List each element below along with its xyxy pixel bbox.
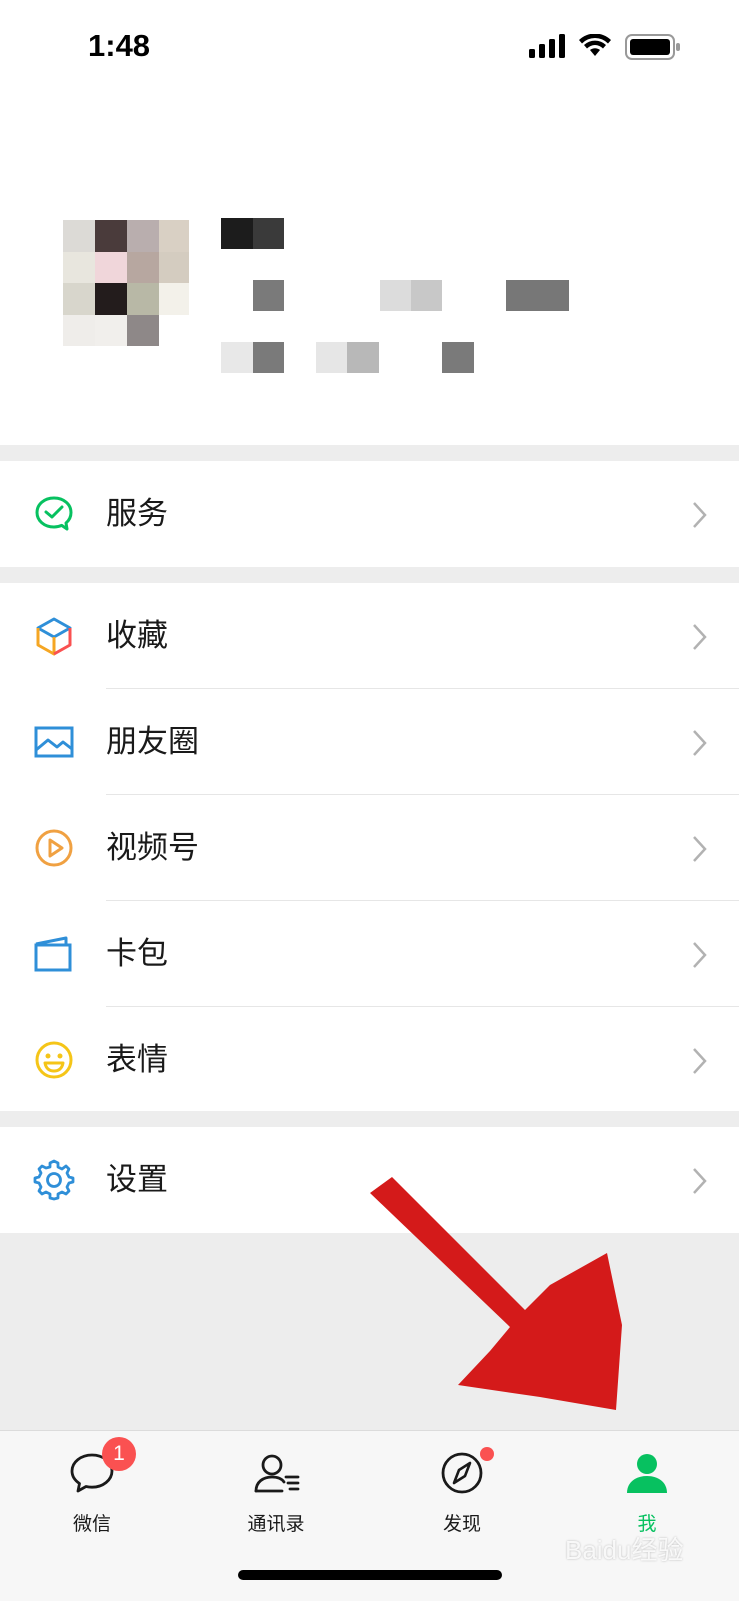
avatar[interactable]: [63, 220, 189, 346]
tab-discover[interactable]: 发现: [402, 1447, 522, 1549]
menu-item-card-wallet[interactable]: 卡包: [0, 901, 739, 1007]
chevron-right-icon: [693, 624, 707, 650]
chevron-right-icon: [693, 1168, 707, 1194]
tab-contacts[interactable]: 通讯录: [216, 1449, 336, 1549]
menu-item-label: 收藏: [106, 618, 168, 654]
chevron-right-icon: [693, 1048, 707, 1074]
profile-header[interactable]: [0, 100, 739, 445]
status-time: 1:48: [88, 28, 151, 63]
tab-chats[interactable]: 1 微信: [32, 1437, 152, 1549]
me-icon: [627, 1454, 667, 1493]
menu-item-label: 服务: [106, 496, 168, 532]
new-dot-indicator: [480, 1447, 494, 1461]
status-bar: 1:48: [0, 0, 739, 100]
card-wallet-icon: [34, 936, 72, 972]
sticker-icon: [35, 1041, 73, 1079]
settings-icon: [33, 1159, 75, 1201]
status-icons: [529, 34, 689, 64]
menu-item-channels[interactable]: 视频号: [0, 795, 739, 901]
favorites-icon: [36, 617, 72, 656]
tab-label: 微信: [72, 1513, 111, 1535]
signal-icon: [529, 34, 565, 58]
menu-item-label: 设置: [106, 1162, 168, 1198]
service-icon: [35, 496, 73, 531]
menu-item-favorites[interactable]: 收藏: [0, 583, 739, 689]
battery-icon: [625, 34, 680, 60]
chevron-right-icon: [693, 942, 707, 968]
menu-item-label: 视频号: [106, 830, 199, 866]
moments-icon: [34, 726, 74, 758]
discover-icon: [441, 1452, 483, 1494]
menu-item-moments[interactable]: 朋友圈: [0, 689, 739, 795]
tab-label: 通讯录: [247, 1513, 305, 1535]
menu-item-service[interactable]: 服务: [0, 461, 739, 567]
menu-item-stickers[interactable]: 表情: [0, 1007, 739, 1113]
tab-label: 发现: [442, 1513, 481, 1535]
chevron-right-icon: [693, 502, 707, 528]
unread-badge: 1: [102, 1437, 136, 1471]
chevron-right-icon: [693, 836, 707, 862]
annotation-arrow: [370, 1177, 622, 1410]
menu-item-label: 朋友圈: [106, 724, 199, 760]
contacts-icon: [254, 1454, 300, 1493]
wifi-icon: [579, 34, 611, 56]
menu-item-label: 卡包: [106, 936, 168, 972]
menu-item-label: 表情: [106, 1042, 168, 1078]
menu-group-main: 收藏 朋友圈 视频号 卡包 表情: [0, 583, 739, 1111]
home-indicator[interactable]: [238, 1570, 502, 1580]
watermark: Baidu经验: [565, 1535, 684, 1565]
chevron-right-icon: [693, 730, 707, 756]
menu-group-service: 服务: [0, 461, 739, 567]
channels-icon: [35, 829, 73, 867]
